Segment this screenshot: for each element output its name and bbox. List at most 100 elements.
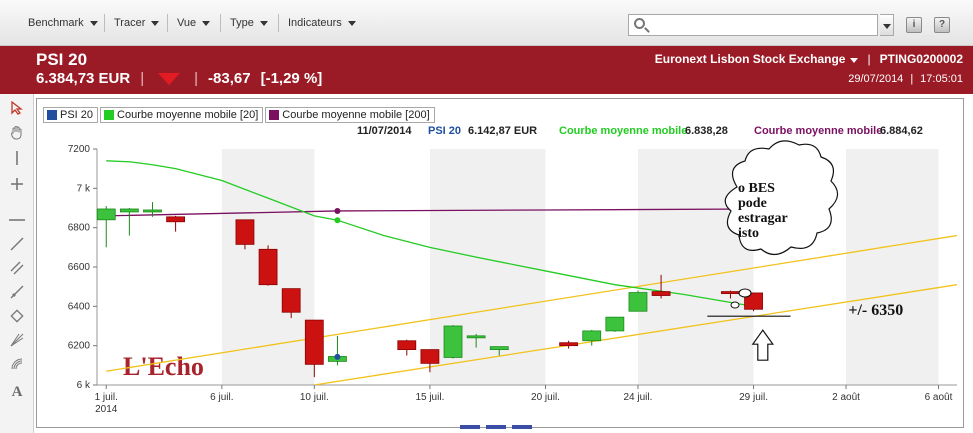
candle-body xyxy=(559,342,579,347)
menu-tracer-label: Tracer xyxy=(114,17,146,29)
candle-body xyxy=(166,216,186,223)
last-price: 6.384,73 EUR xyxy=(36,70,131,87)
info-ma200-value: 6.884,62 xyxy=(880,125,923,137)
chevron-down-icon xyxy=(850,58,859,63)
y-tick-label: 6400 xyxy=(68,301,91,312)
x-tick-label: 29 juil. xyxy=(739,392,768,403)
legend-label: Courbe moyenne mobile [20] xyxy=(117,109,259,121)
legend-label: PSI 20 xyxy=(60,109,94,121)
fibonacci-icon[interactable] xyxy=(9,356,25,372)
price-chart[interactable]: 6 k 6200 6400 6600 6800 7 k 7200 1 juil.2014 6 j… xyxy=(37,99,965,429)
x-tick-label: 20 juil. xyxy=(531,392,560,403)
chevron-down-icon xyxy=(151,20,160,26)
candle-body xyxy=(397,340,417,350)
info-icon[interactable]: i xyxy=(906,17,922,33)
exchange-selector[interactable]: Euronext Lisbon Stock Exchange xyxy=(655,52,859,66)
up-arrow-icon xyxy=(751,329,774,361)
candle-body xyxy=(96,208,116,221)
menu-benchmark-label: Benchmark xyxy=(28,17,84,29)
legend-swatch xyxy=(269,110,280,120)
toolbar-divider xyxy=(167,14,168,32)
candle-body xyxy=(628,292,648,312)
menu-type[interactable]: Type xyxy=(230,12,268,34)
instrument-header: PSI 20 6.384,73 EUR | | -83,67 [-1,29 %]… xyxy=(0,46,973,94)
price-change: -83,67 xyxy=(208,70,251,87)
instrument-name: PSI 20 xyxy=(36,50,88,69)
search-input[interactable] xyxy=(651,17,875,33)
x-tick-label: 10 juil. xyxy=(300,392,329,403)
bubble-text-line: o BES xyxy=(738,181,775,196)
candle-body xyxy=(119,208,139,213)
fan-icon[interactable] xyxy=(9,332,25,348)
parallel-lines-icon[interactable] xyxy=(9,260,25,276)
chevron-down-icon xyxy=(259,20,268,26)
legend-swatch xyxy=(47,110,57,120)
cursor-arrow-icon[interactable] xyxy=(9,100,25,116)
thought-bubble-dot xyxy=(730,301,740,309)
y-tick-label: 6200 xyxy=(68,341,91,352)
trend-line-icon[interactable] xyxy=(9,236,25,252)
menu-indicateurs[interactable]: Indicateurs xyxy=(288,12,356,34)
text-tool-icon[interactable]: A xyxy=(9,384,25,400)
horizontal-line-icon[interactable] xyxy=(9,212,25,228)
help-icon[interactable]: ? xyxy=(934,17,950,33)
support-label: +/- 6350 xyxy=(848,302,903,319)
rectangle-icon[interactable] xyxy=(9,308,25,324)
bubble-text-line: isto xyxy=(738,226,759,241)
quote-datetime: 29/07/2014 | 17:05:01 xyxy=(848,73,963,85)
menu-vue[interactable]: Vue xyxy=(177,12,211,34)
search-icon xyxy=(634,18,645,29)
search-box xyxy=(628,14,878,36)
candle-body xyxy=(281,288,301,313)
menu-benchmark[interactable]: Benchmark xyxy=(28,12,98,34)
y-tick-label: 7200 xyxy=(68,144,91,155)
y-tick-label: 6800 xyxy=(68,223,91,234)
divider: | xyxy=(910,73,914,85)
exchange-line: Euronext Lisbon Stock Exchange | PTING02… xyxy=(655,52,963,66)
legend-label: Courbe moyenne mobile [200] xyxy=(282,109,430,121)
info-ma200-label: Courbe moyenne mobile xyxy=(754,125,883,137)
down-arrow-icon xyxy=(158,72,181,85)
candle-body xyxy=(582,330,602,342)
grid-band xyxy=(846,149,939,385)
hand-pan-icon[interactable] xyxy=(9,124,25,140)
toolbar-divider xyxy=(278,14,279,32)
drawing-tools: A xyxy=(0,94,34,433)
bubble-text-line: estragar xyxy=(738,211,788,226)
thought-bubble-dot xyxy=(738,288,752,298)
crosshair-icon[interactable] xyxy=(9,176,25,192)
chevron-down-icon xyxy=(347,20,356,26)
legend-item-psi20[interactable]: PSI 20 xyxy=(43,107,99,123)
x-tick-label: 24 juil. xyxy=(624,392,653,403)
y-tick-label: 6 k xyxy=(77,380,91,391)
candle-body xyxy=(258,248,278,286)
ray-icon[interactable] xyxy=(9,284,25,300)
search-dropdown-button[interactable] xyxy=(880,14,894,36)
divider: | xyxy=(194,70,199,87)
y-tick-label: 7 k xyxy=(77,183,91,194)
x-tick-label: 15 juil. xyxy=(415,392,444,403)
x-tick-label: 6 août xyxy=(925,392,953,403)
info-psi-value: 6.142,87 EUR xyxy=(468,125,538,137)
chevron-down-icon xyxy=(202,20,211,26)
menu-tracer[interactable]: Tracer xyxy=(114,12,160,34)
divider: | xyxy=(140,70,145,87)
toolbar-divider xyxy=(104,14,105,32)
vertical-line-icon[interactable] xyxy=(9,150,25,166)
menu-indicateurs-label: Indicateurs xyxy=(288,17,342,29)
divider: | xyxy=(867,52,871,66)
candle-body xyxy=(304,319,324,365)
candle-body xyxy=(143,209,162,213)
crosshair-info: 11/07/2014 PSI 20 6.142,87 EUR Courbe mo… xyxy=(37,125,965,139)
chart-app: Benchmark Tracer Vue Type Indicateurs i … xyxy=(0,0,973,433)
quote-line: 6.384,73 EUR | | -83,67 [-1,29 %] xyxy=(36,70,322,87)
info-ma20-value: 6.838,28 xyxy=(685,125,728,137)
price-change-percent: [-1,29 %] xyxy=(260,70,323,87)
legend-item-ma20[interactable]: Courbe moyenne mobile [20] xyxy=(100,107,264,123)
legend-item-ma200[interactable]: Courbe moyenne mobile [200] xyxy=(265,107,435,123)
y-tick-label: 6600 xyxy=(68,262,91,273)
exchange-name: Euronext Lisbon Stock Exchange xyxy=(654,52,846,66)
x-tick-label: 6 juil. xyxy=(210,392,233,403)
chart-legend: PSI 20 Courbe moyenne mobile [20] Courbe… xyxy=(43,107,437,123)
candle-body xyxy=(466,335,486,339)
